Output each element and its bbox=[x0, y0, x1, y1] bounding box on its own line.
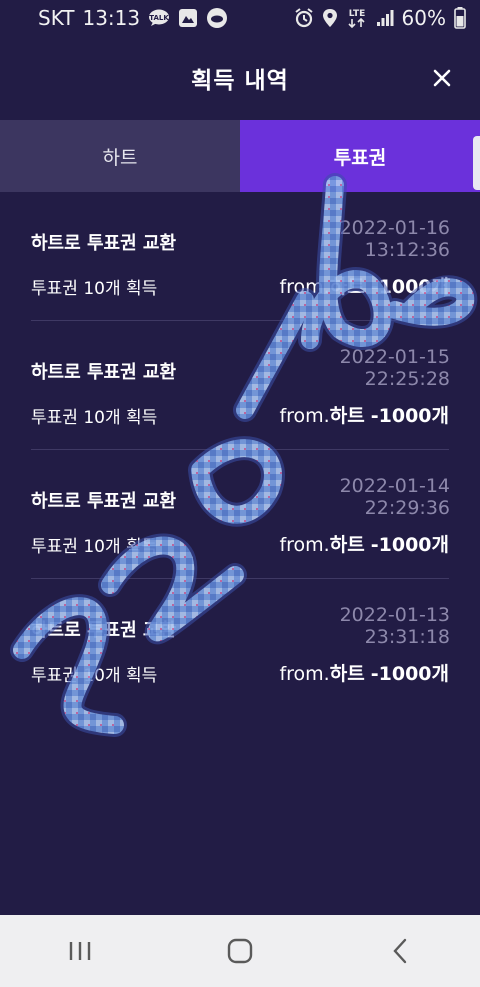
item-title: 하트로 투표권 교환 bbox=[31, 233, 177, 254]
tab-heart[interactable]: 하트 bbox=[0, 120, 240, 192]
status-left: SKT 13:13 TALK bbox=[38, 6, 228, 30]
tab-bar: 하트 투표권 bbox=[0, 120, 480, 192]
item-amount: from.하트 -1000개 bbox=[279, 272, 449, 299]
amount-source: 하트 bbox=[329, 534, 365, 556]
amount-value: -1000개 bbox=[370, 534, 449, 556]
gallery-icon bbox=[178, 8, 198, 28]
item-datetime: 2022-01-15 22:25:28 bbox=[340, 346, 450, 390]
item-description: 투표권 10개 획득 bbox=[31, 408, 158, 428]
battery-percent: 60% bbox=[401, 6, 446, 30]
home-button[interactable] bbox=[210, 921, 270, 981]
amount-from: from. bbox=[279, 276, 330, 298]
amount-value: -1000개 bbox=[370, 405, 449, 427]
item-date: 2022-01-14 bbox=[339, 475, 450, 497]
alarm-icon bbox=[294, 8, 314, 28]
item-date: 2022-01-15 bbox=[339, 346, 450, 368]
item-description: 투표권 10개 획득 bbox=[31, 666, 158, 686]
amount-source: 하트 bbox=[329, 663, 365, 685]
home-icon bbox=[227, 938, 253, 964]
face-icon bbox=[206, 7, 228, 29]
item-title: 하트로 투표권 교환 bbox=[31, 620, 177, 641]
item-datetime: 2022-01-16 13:12:36 bbox=[340, 217, 450, 261]
list-item: 하트로 투표권 교환 투표권 10개 획득 2022-01-14 22:29:3… bbox=[0, 450, 480, 579]
amount-from: from. bbox=[279, 405, 330, 427]
svg-text:TALK: TALK bbox=[149, 14, 169, 22]
close-button[interactable] bbox=[428, 64, 456, 92]
item-amount: from.하트 -1000개 bbox=[279, 401, 449, 428]
item-title: 하트로 투표권 교환 bbox=[31, 362, 177, 383]
svg-text:LTE: LTE bbox=[348, 9, 365, 19]
history-list: 하트로 투표권 교환 투표권 10개 획득 2022-01-16 13:12:3… bbox=[0, 192, 480, 708]
close-icon bbox=[433, 69, 451, 87]
item-time: 13:12:36 bbox=[364, 239, 450, 261]
item-time: 22:29:36 bbox=[364, 497, 450, 519]
scroll-indicator[interactable] bbox=[473, 136, 480, 190]
amount-source: 하트 bbox=[329, 405, 365, 427]
recent-apps-button[interactable] bbox=[50, 921, 110, 981]
status-right: LTE 60% bbox=[294, 6, 466, 30]
item-datetime: 2022-01-13 23:31:18 bbox=[340, 604, 450, 648]
list-item: 하트로 투표권 교환 투표권 10개 획득 2022-01-13 23:31:1… bbox=[0, 579, 480, 708]
back-icon bbox=[393, 938, 407, 964]
tab-vote-ticket[interactable]: 투표권 bbox=[240, 120, 480, 192]
item-title: 하트로 투표권 교환 bbox=[31, 491, 177, 512]
page-title: 획득 내역 bbox=[191, 68, 289, 94]
amount-source: 하트 bbox=[329, 276, 365, 298]
item-description: 투표권 10개 획득 bbox=[31, 537, 158, 557]
lte-icon: LTE bbox=[346, 7, 368, 29]
location-icon bbox=[322, 8, 338, 28]
header: 획득 내역 bbox=[0, 36, 480, 120]
amount-value: -1000개 bbox=[370, 276, 449, 298]
clock: 13:13 bbox=[82, 6, 141, 30]
carrier-label: SKT bbox=[38, 6, 75, 30]
signal-icon bbox=[376, 9, 394, 27]
list-item: 하트로 투표권 교환 투표권 10개 획득 2022-01-15 22:25:2… bbox=[0, 321, 480, 450]
item-date: 2022-01-16 bbox=[339, 217, 450, 239]
amount-value: -1000개 bbox=[370, 663, 449, 685]
battery-icon bbox=[454, 7, 466, 29]
item-amount: from.하트 -1000개 bbox=[279, 530, 449, 557]
item-time: 22:25:28 bbox=[364, 368, 450, 390]
recent-apps-icon bbox=[69, 942, 91, 960]
item-time: 23:31:18 bbox=[364, 626, 450, 648]
item-datetime: 2022-01-14 22:29:36 bbox=[340, 475, 450, 519]
list-item: 하트로 투표권 교환 투표권 10개 획득 2022-01-16 13:12:3… bbox=[0, 192, 480, 321]
amount-from: from. bbox=[279, 663, 330, 685]
item-amount: from.하트 -1000개 bbox=[279, 659, 449, 686]
item-date: 2022-01-13 bbox=[339, 604, 450, 626]
status-bar: SKT 13:13 TALK LTE 60% bbox=[0, 0, 480, 36]
talk-icon: TALK bbox=[148, 9, 170, 27]
back-button[interactable] bbox=[370, 921, 430, 981]
item-description: 투표권 10개 획득 bbox=[31, 279, 158, 299]
amount-from: from. bbox=[279, 534, 330, 556]
nav-bar bbox=[0, 915, 480, 987]
